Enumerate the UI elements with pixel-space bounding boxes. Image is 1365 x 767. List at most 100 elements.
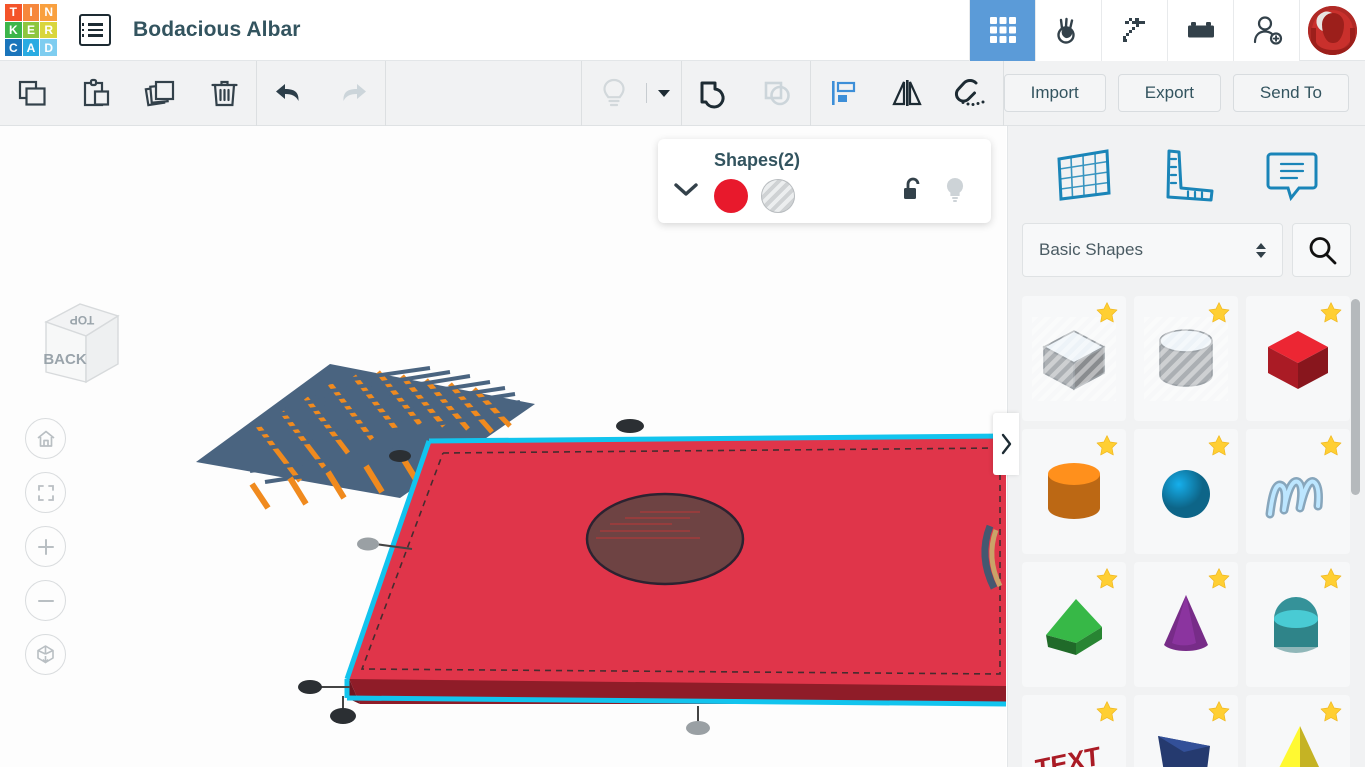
shape-tile-cone-purple[interactable] (1134, 562, 1238, 687)
home-view-icon[interactable] (25, 418, 66, 459)
logo-tile-k: K (5, 21, 22, 39)
redo-icon[interactable] (321, 61, 385, 126)
favorite-star-icon[interactable] (1207, 700, 1231, 724)
tinkercad-logo[interactable]: TIN KER CAD (5, 4, 57, 56)
unlock-padlock-icon[interactable] (901, 177, 925, 208)
duplicate-icon[interactable] (128, 61, 192, 126)
vertical-scrollbar[interactable] (1351, 299, 1360, 744)
favorite-star-icon[interactable] (1319, 700, 1343, 724)
collapse-panel-chevron-icon[interactable] (993, 413, 1019, 475)
shape-category-select[interactable]: Basic Shapes (1022, 223, 1283, 277)
delete-trash-icon[interactable] (192, 61, 256, 126)
toolbar-divider (385, 60, 386, 126)
logo-tile-i: I (22, 4, 40, 21)
shape-category-row: Basic Shapes (1008, 223, 1365, 277)
favorite-star-icon[interactable] (1207, 434, 1231, 458)
light-bulb-icon[interactable] (582, 61, 646, 126)
user-avatar-image (1308, 5, 1357, 55)
grid-3d-designs-icon[interactable] (969, 0, 1035, 61)
favorite-star-icon[interactable] (1095, 700, 1119, 724)
shape-tile-polygon-blue[interactable] (1134, 695, 1238, 767)
panel-tool-icons (1008, 126, 1365, 223)
circuits-hand-icon[interactable] (1035, 0, 1101, 61)
zoom-in-icon[interactable] (25, 526, 66, 567)
light-tool-group (582, 61, 681, 126)
history-tool-group (257, 61, 385, 126)
view-navigation-controls (25, 418, 66, 675)
shape-tile-pyramid-yellow[interactable] (1246, 695, 1350, 767)
export-button[interactable]: Export (1117, 74, 1221, 112)
shape-tile-cylinder-hole[interactable] (1134, 296, 1238, 421)
workplane-grid-icon[interactable] (1053, 145, 1115, 205)
page-title: Bodacious Albar (133, 18, 301, 41)
add-person-icon[interactable] (1233, 0, 1299, 61)
hole-swatch[interactable] (761, 178, 795, 213)
arrange-tool-group (811, 61, 1003, 126)
shape-tile-wedge-green[interactable] (1022, 562, 1126, 687)
align-icon[interactable] (811, 61, 875, 126)
logo-tile-n: N (40, 4, 57, 21)
shapes-side-panel: Basic Shapes TEXT (1007, 126, 1365, 767)
shape-swatches (714, 178, 800, 213)
favorite-star-icon[interactable] (1207, 301, 1231, 325)
shape-tile-sphere-blue[interactable] (1134, 429, 1238, 554)
send-to-button[interactable]: Send To (1232, 74, 1349, 112)
ungroup-shapes-icon[interactable] (746, 61, 810, 126)
avatar[interactable] (1299, 0, 1365, 61)
top-header-bar: TIN KER CAD Bodacious Albar (0, 0, 1365, 61)
lego-brick-icon[interactable] (1167, 0, 1233, 61)
favorite-star-icon[interactable] (1207, 567, 1231, 591)
shape-tile-text-red[interactable]: TEXT (1022, 695, 1126, 767)
header-nav-icons (969, 0, 1365, 61)
chevron-down-icon[interactable] (658, 139, 714, 223)
favorite-star-icon[interactable] (1319, 434, 1343, 458)
snap-magnet-icon[interactable] (939, 61, 1003, 126)
mirror-flip-icon[interactable] (875, 61, 939, 126)
solid-red-swatch[interactable] (714, 178, 748, 213)
light-bulb-icon[interactable] (943, 176, 967, 209)
logo-tile-a: A (22, 39, 40, 56)
scrollbar-thumb[interactable] (1351, 299, 1360, 495)
light-dropdown-chevron-icon[interactable] (647, 61, 681, 126)
note-comment-icon[interactable] (1263, 146, 1321, 204)
copy-icon[interactable] (0, 61, 64, 126)
shape-tile-scribble[interactable] (1246, 429, 1350, 554)
shape-tile-roof-teal[interactable] (1246, 562, 1350, 687)
shape-tile-box-hole[interactable] (1022, 296, 1126, 421)
undo-icon[interactable] (257, 61, 321, 126)
fit-to-view-icon[interactable] (25, 472, 66, 513)
tinkercad-app: TINKERCAD Bodacious Albar Import Export … (0, 0, 1365, 767)
view-cube[interactable]: TOP BACK (28, 284, 133, 389)
shape-tile-box-red[interactable] (1246, 296, 1350, 421)
shapes-inspector-popup[interactable]: Shapes(2) (658, 139, 991, 223)
shapes-popup-body: Shapes(2) (714, 150, 800, 213)
favorite-star-icon[interactable] (1095, 434, 1119, 458)
hamburger-list-icon[interactable] (79, 14, 111, 46)
logo-tile-r: R (40, 21, 57, 39)
minecraft-pickaxe-icon[interactable] (1101, 0, 1167, 61)
logo-tile-t: T (5, 4, 22, 21)
favorite-star-icon[interactable] (1095, 567, 1119, 591)
group-shapes-icon[interactable] (682, 61, 746, 126)
favorite-star-icon[interactable] (1095, 301, 1119, 325)
favorite-star-icon[interactable] (1319, 567, 1343, 591)
viewcube-top-label: TOP (70, 313, 94, 327)
shape-tile-cylinder-orange[interactable] (1022, 429, 1126, 554)
logo-tile-d: D (40, 39, 57, 56)
edit-tool-group (0, 61, 256, 126)
favorite-star-icon[interactable] (1319, 301, 1343, 325)
paste-icon[interactable] (64, 61, 128, 126)
import-button[interactable]: Import (1003, 74, 1106, 112)
svg-text:TEXT: TEXT (1034, 740, 1101, 767)
logo-tile-c: C (5, 39, 22, 56)
shape-library-grid[interactable]: TEXT (1022, 296, 1352, 767)
shapes-popup-actions (901, 154, 991, 209)
orthographic-view-icon[interactable] (25, 634, 66, 675)
group-tool-group (682, 61, 810, 126)
zoom-out-icon[interactable] (25, 580, 66, 621)
main-toolbar: Import Export Send To (0, 60, 1365, 126)
search-icon[interactable] (1292, 223, 1351, 277)
file-action-buttons: Import Export Send To (1003, 74, 1365, 112)
shape-category-value: Basic Shapes (1039, 240, 1143, 259)
ruler-icon[interactable] (1160, 146, 1218, 204)
